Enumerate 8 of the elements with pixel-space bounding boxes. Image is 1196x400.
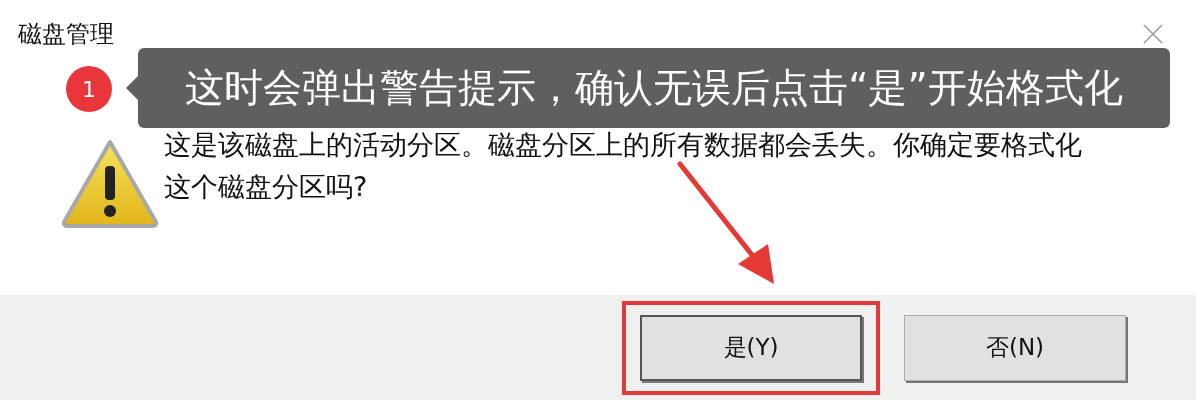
step-badge: 1 — [66, 66, 112, 112]
dialog-button[interactable]: 是(Y) — [640, 314, 862, 381]
warning-icon — [60, 138, 160, 228]
warning-message: 这是该磁盘上的活动分区。磁盘分区上的所有数据都会丢失。你确定要格式化这个磁盘分区吗? — [164, 128, 1083, 204]
callout-tooltip: 这时会弹出警告提示，确认无误后点击“是”开始格式化 — [138, 48, 1170, 128]
window-title: 磁盘管理 — [18, 19, 114, 50]
close-icon[interactable] — [1142, 23, 1164, 45]
dialog-button[interactable]: 否(N) — [904, 314, 1126, 381]
